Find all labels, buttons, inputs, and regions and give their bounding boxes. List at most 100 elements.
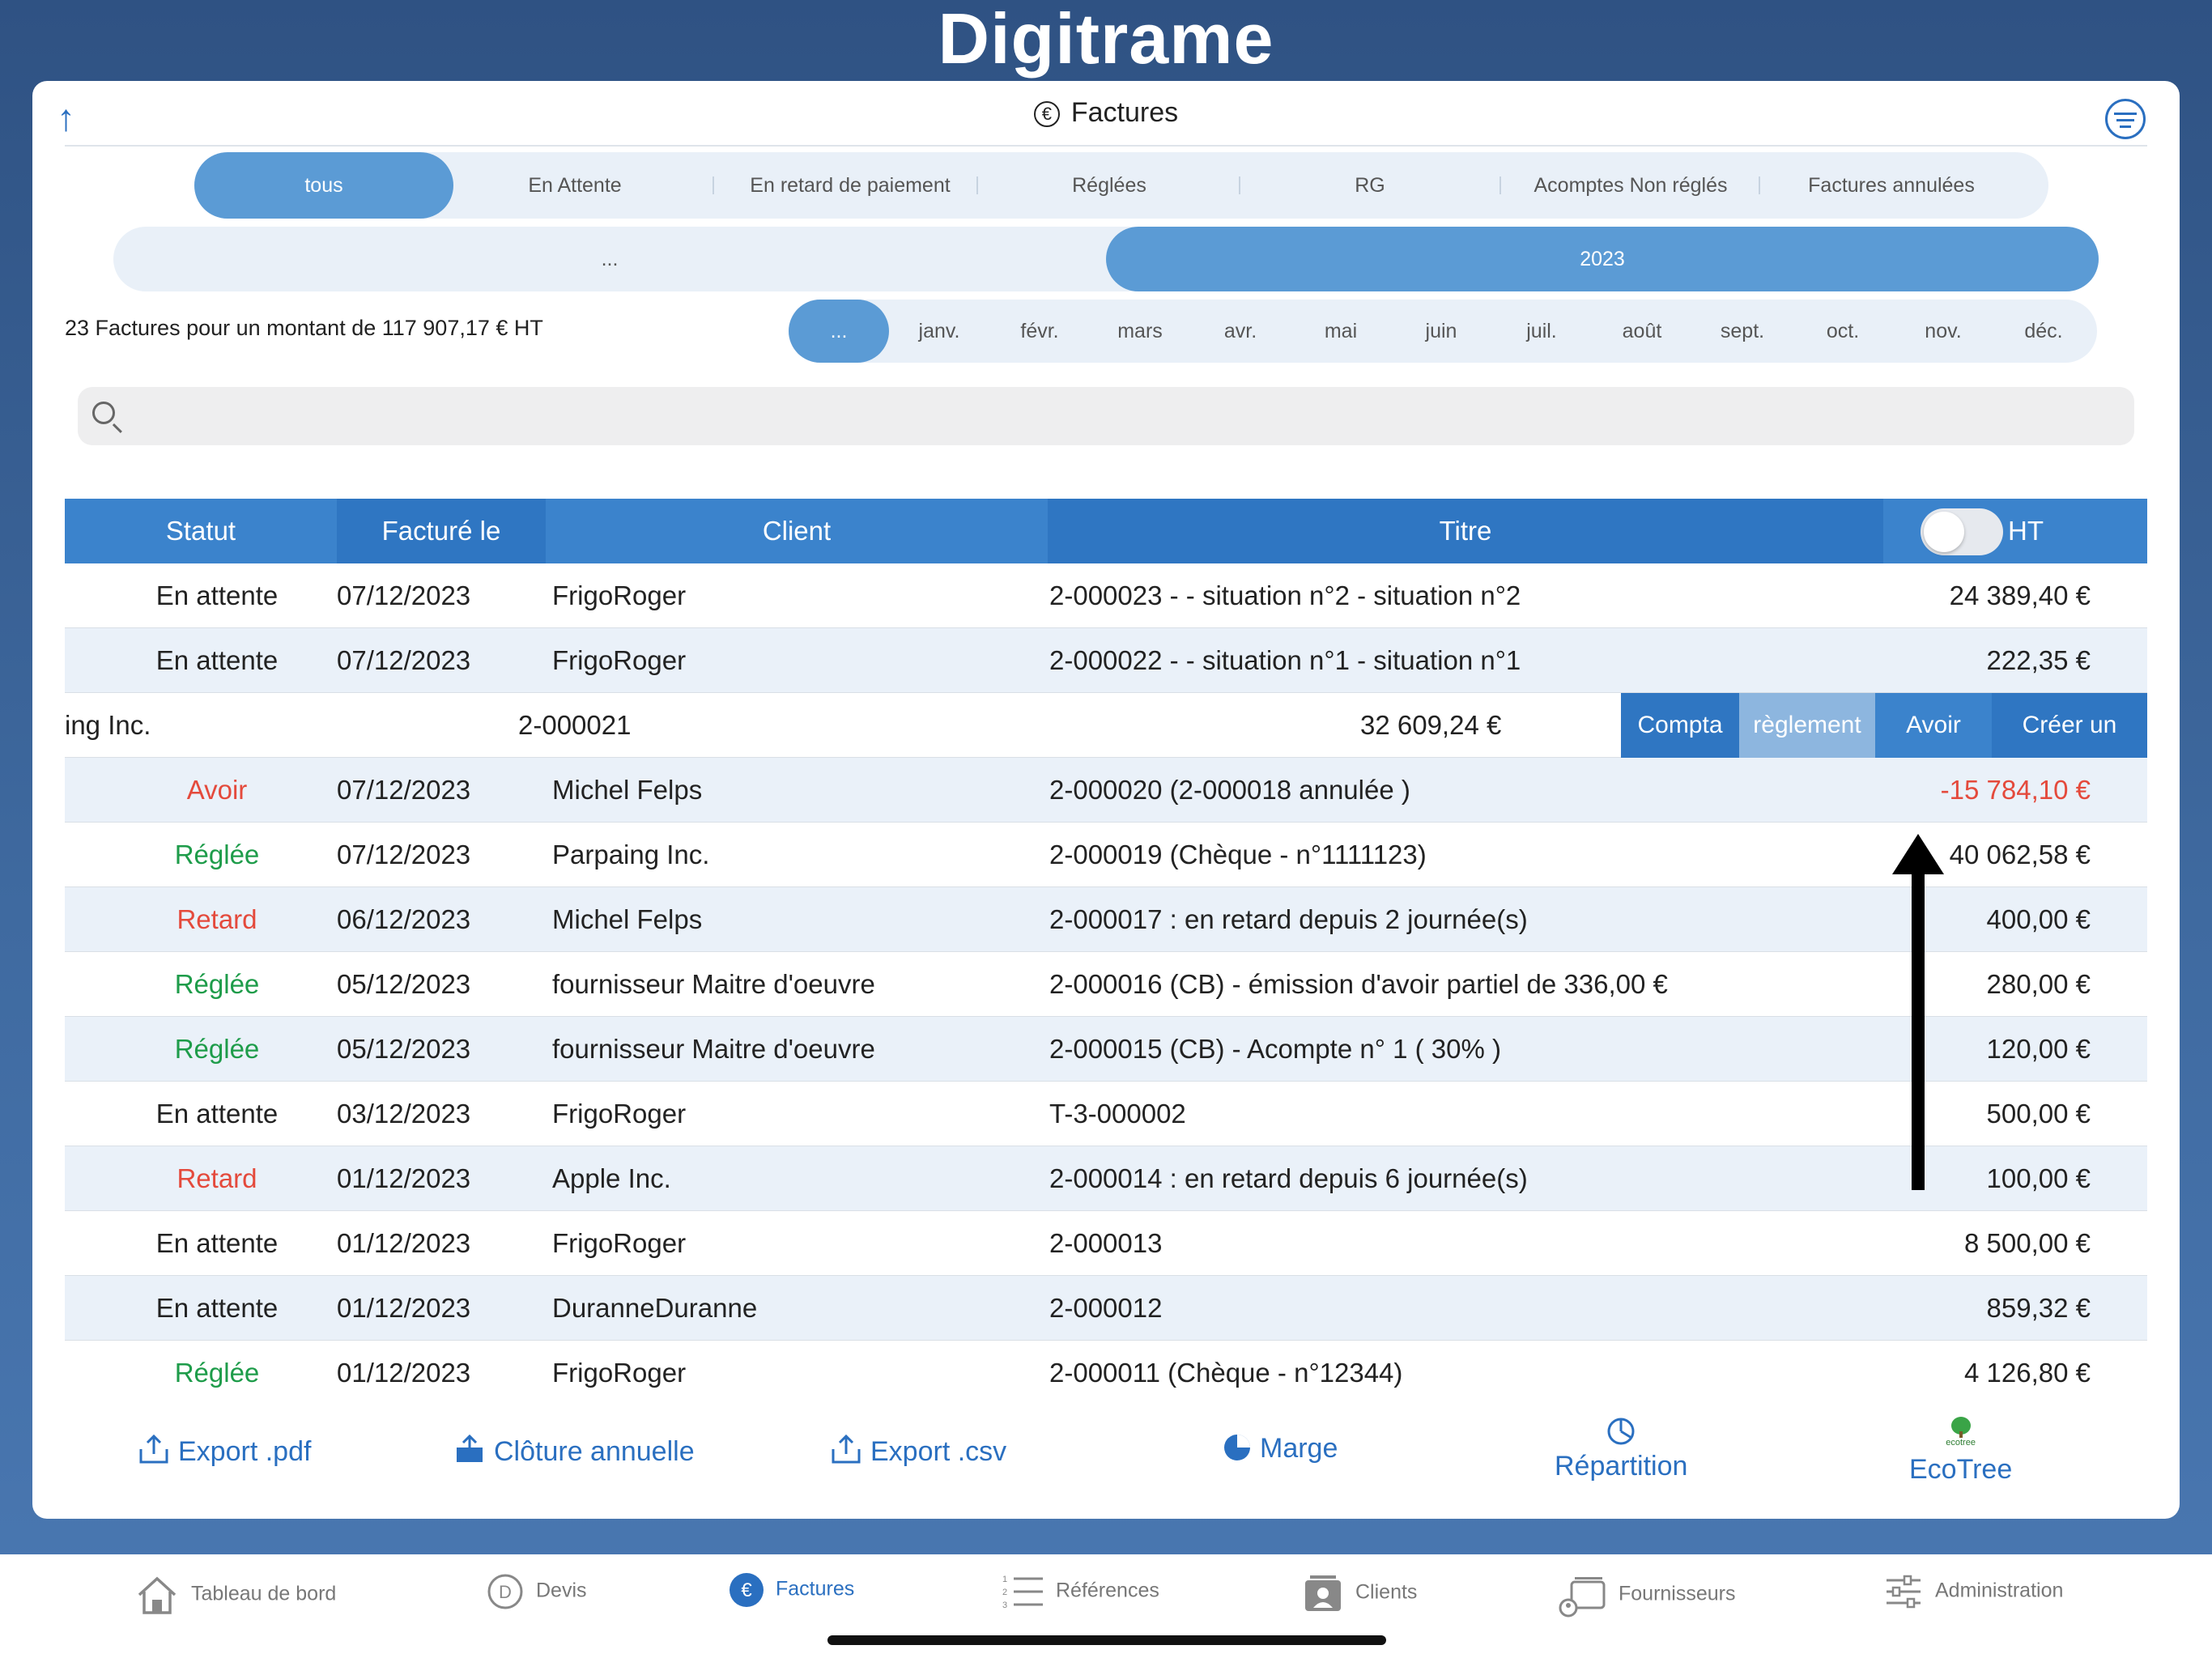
table-row[interactable]: Réglée 01/12/2023 FrigoRoger 2-000011 (C… (65, 1341, 2147, 1388)
panel-header: ↑ € Factures (32, 81, 2180, 146)
row-amount: 222,35 € (1986, 645, 2091, 675)
swiped-table-row[interactable]: ing Inc. 2-000021 32 609,24 € Compta règ… (65, 693, 2147, 803)
euro-icon: € (1033, 101, 1060, 127)
avoir-action-button[interactable]: Avoir (1875, 693, 1992, 758)
table-row[interactable]: Réglée 05/12/2023 fournisseur Maitre d'o… (65, 952, 2147, 1017)
month-tab[interactable]: févr. (989, 300, 1090, 363)
year-tab-2023[interactable]: 2023 (1106, 227, 2099, 291)
row-status: Avoir (186, 775, 248, 805)
repartition-button[interactable]: Répartition (1555, 1417, 1687, 1482)
cloture-annuelle-button[interactable]: Clôture annuelle (453, 1433, 695, 1468)
creer-devis-action-button[interactable]: Créer un devis (1992, 693, 2147, 803)
row-title: 2-000023 - - situation n°2 - situation n… (1049, 580, 1521, 610)
euro-circle-icon: € (730, 1573, 764, 1607)
row-date: 01/12/2023 (337, 1228, 471, 1258)
row-client: Apple Inc. (552, 1163, 671, 1193)
reglement-action-button[interactable]: règlement (1739, 693, 1875, 758)
status-tab-tous[interactable]: tous (194, 152, 453, 219)
column-header-titre[interactable]: Titre (1048, 499, 1883, 563)
tab-clients[interactable]: Clients (1302, 1572, 1417, 1614)
column-header-statut[interactable]: Statut (65, 499, 337, 563)
table-row[interactable]: Réglée 05/12/2023 fournisseur Maitre d'o… (65, 1017, 2147, 1082)
row-title: 2-000016 (CB) - émission d'avoir partiel… (1049, 969, 1668, 999)
status-tab-annulees[interactable]: Factures annulées (1738, 152, 2045, 219)
month-tab[interactable]: mai (1291, 300, 1391, 363)
column-header-client[interactable]: Client (546, 499, 1048, 563)
year-tab-all[interactable]: ... (113, 227, 1106, 291)
month-tab[interactable]: nov. (1893, 300, 1993, 363)
export-pdf-button[interactable]: Export .pdf (138, 1433, 311, 1468)
tab-fournisseurs[interactable]: Fournisseurs (1559, 1572, 1736, 1618)
search-icon (92, 402, 115, 424)
compta-action-button[interactable]: Compta (1621, 693, 1739, 758)
table-row[interactable]: En attente 03/12/2023 FrigoRoger T-3-000… (65, 1082, 2147, 1146)
export-icon (139, 1434, 168, 1464)
row-client: FrigoRoger (552, 645, 687, 675)
row-status: Réglée (174, 969, 260, 999)
row-client: Parpaing Inc. (552, 840, 710, 869)
row-date: 05/12/2023 (337, 969, 471, 999)
row-status: En attente (155, 1293, 279, 1323)
table-row[interactable]: En attente 01/12/2023 DuranneDuranne 2-0… (65, 1276, 2147, 1341)
row-client: DuranneDuranne (552, 1293, 758, 1323)
row-title: 2-000013 (1049, 1228, 1163, 1258)
row-amount: 859,32 € (1986, 1293, 2091, 1323)
row-title: 2-000019 (Chèque - n°1111123) (1049, 840, 1427, 869)
tab-factures[interactable]: € Factures (729, 1572, 854, 1608)
page-title: € Factures (32, 97, 2180, 129)
search-bar (78, 387, 2134, 445)
table-row[interactable]: Réglée 07/12/2023 Parpaing Inc. 2-000019… (65, 823, 2147, 887)
row-date: 07/12/2023 (337, 580, 471, 610)
month-tab[interactable]: janv. (889, 300, 989, 363)
table-row[interactable]: Retard 06/12/2023 Michel Felps 2-000017 … (65, 887, 2147, 952)
tab-administration[interactable]: Administration (1883, 1572, 2063, 1611)
ecotree-logo-icon: ecotree (1937, 1417, 1985, 1449)
tab-tableau-de-bord[interactable]: Tableau de bord (134, 1572, 336, 1618)
search-input[interactable] (134, 387, 2110, 445)
row-amount: 32 609,24 € (1360, 710, 1502, 740)
row-amount: -15 784,10 € (1940, 775, 2091, 805)
svg-text:2: 2 (1002, 1588, 1007, 1597)
month-tab[interactable]: sept. (1692, 300, 1793, 363)
table-row[interactable]: En attente 01/12/2023 FrigoRoger 2-00001… (65, 1211, 2147, 1276)
month-filter: ... janv. févr. mars avr. mai juin juil.… (789, 300, 2097, 363)
row-date: 01/12/2023 (337, 1358, 471, 1388)
month-tab[interactable]: mars (1090, 300, 1190, 363)
annotation-arrow-icon (1892, 834, 1944, 1190)
ecotree-button[interactable]: ecotree EcoTree (1909, 1417, 2012, 1486)
month-tab[interactable]: déc. (1993, 300, 2094, 363)
action-toolbar: Export .pdf Clôture annuelle Export .csv… (32, 1392, 2180, 1514)
row-date: 01/12/2023 (337, 1163, 471, 1193)
tab-devis[interactable]: D Devis (486, 1572, 587, 1611)
month-tab[interactable]: oct. (1793, 300, 1893, 363)
table-row[interactable]: Retard 01/12/2023 Apple Inc. 2-000014 : … (65, 1146, 2147, 1211)
app-logo: Digitrame (938, 0, 1274, 79)
month-tab[interactable]: juin (1391, 300, 1491, 363)
row-status: Retard (177, 904, 257, 934)
tab-references[interactable]: 1 2 3 Références (1002, 1572, 1159, 1611)
marge-button[interactable]: Marge (1223, 1433, 1338, 1465)
row-status: En attente (155, 645, 279, 675)
row-client: FrigoRoger (552, 1358, 687, 1388)
row-amount: 4 126,80 € (1964, 1358, 2091, 1388)
table-row[interactable]: En attente 07/12/2023 FrigoRoger 2-00002… (65, 628, 2147, 693)
row-title: 2-000021 (518, 710, 632, 740)
row-date: 01/12/2023 (337, 1293, 471, 1323)
row-amount: 100,00 € (1986, 1163, 2091, 1193)
column-header-facture-le[interactable]: Facturé le (337, 499, 546, 563)
status-filter: tous En Attente En retard de paiement Ré… (194, 152, 2048, 219)
export-csv-button[interactable]: Export .csv (830, 1433, 1006, 1468)
ht-toggle[interactable] (1921, 508, 2003, 555)
filter-icon[interactable] (2105, 99, 2146, 139)
row-amount: 280,00 € (1986, 969, 2091, 999)
pie-chart-icon (1224, 1435, 1250, 1460)
table-row[interactable]: Avoir 07/12/2023 Michel Felps 2-000020 (… (65, 758, 2147, 823)
table-row[interactable]: En attente 07/12/2023 FrigoRoger 2-00002… (65, 563, 2147, 628)
month-tab-all[interactable]: ... (789, 300, 889, 363)
status-tab-en-attente[interactable]: En Attente (421, 152, 729, 219)
table-header: Statut Facturé le Client Titre HT (65, 499, 2147, 563)
month-tab[interactable]: juil. (1491, 300, 1592, 363)
month-tab[interactable]: avr. (1190, 300, 1291, 363)
supplier-icon (1559, 1577, 1606, 1618)
month-tab[interactable]: août (1592, 300, 1692, 363)
